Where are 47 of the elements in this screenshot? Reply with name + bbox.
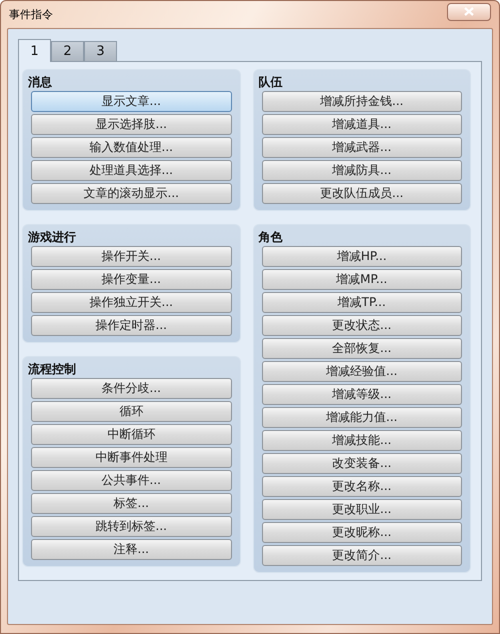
command-button[interactable]: 增减TP... xyxy=(262,292,462,313)
command-button[interactable]: 注释... xyxy=(31,539,232,560)
command-button[interactable]: 更改简介... xyxy=(262,545,462,566)
command-button[interactable]: 显示选择肢... xyxy=(31,114,232,135)
command-button[interactable]: 循环 xyxy=(31,401,232,422)
command-button[interactable]: 输入数值处理... xyxy=(31,137,232,158)
group-title: 流程控制 xyxy=(28,361,77,378)
group-title: 游戏进行 xyxy=(28,229,77,246)
command-button[interactable]: 改变装备... xyxy=(262,453,462,474)
command-button[interactable]: 更改状态... xyxy=(262,315,462,336)
tab[interactable]: 1 xyxy=(18,39,51,62)
group-title: 消息 xyxy=(28,74,53,91)
command-button[interactable]: 操作开关... xyxy=(31,246,232,267)
command-button[interactable]: 中断循环 xyxy=(31,424,232,445)
command-button[interactable]: 显示文章... xyxy=(31,91,232,112)
command-button[interactable]: 全部恢复... xyxy=(262,338,462,359)
command-button[interactable]: 增减所持金钱... xyxy=(262,91,462,112)
command-button[interactable]: 更改队伍成员... xyxy=(262,183,462,204)
command-button[interactable]: 操作独立开关... xyxy=(31,292,232,313)
command-button[interactable]: 中断事件处理 xyxy=(31,447,232,468)
group-title: 角色 xyxy=(258,229,284,246)
command-button[interactable]: 处理道具选择... xyxy=(31,160,232,181)
command-button[interactable]: 条件分歧... xyxy=(31,378,232,399)
command-button[interactable]: 增减能力值... xyxy=(262,407,462,428)
close-icon xyxy=(464,7,474,16)
close-button[interactable] xyxy=(447,2,491,20)
command-button[interactable]: 增减技能... xyxy=(262,430,462,451)
command-button[interactable]: 更改昵称... xyxy=(262,522,462,543)
command-button[interactable]: 操作变量... xyxy=(31,269,232,290)
command-button[interactable]: 文章的滚动显示... xyxy=(31,183,232,204)
command-button[interactable]: 增减MP... xyxy=(262,269,462,290)
tab[interactable]: 3 xyxy=(84,41,117,62)
tab[interactable]: 2 xyxy=(51,41,84,62)
command-button[interactable]: 公共事件... xyxy=(31,470,232,491)
command-button[interactable]: 更改职业... xyxy=(262,499,462,520)
command-button[interactable]: 标签... xyxy=(31,493,232,514)
command-button[interactable]: 增减防具... xyxy=(262,160,462,181)
command-button[interactable]: 跳转到标签... xyxy=(31,516,232,537)
command-button[interactable]: 增减HP... xyxy=(262,246,462,267)
command-button[interactable]: 增减等级... xyxy=(262,384,462,405)
window-title: 事件指令 xyxy=(9,7,53,22)
command-button[interactable]: 增减经验值... xyxy=(262,361,462,382)
command-button[interactable]: 增减武器... xyxy=(262,137,462,158)
group-title: 队伍 xyxy=(258,74,284,91)
command-button[interactable]: 增减道具... xyxy=(262,114,462,135)
command-button[interactable]: 操作定时器... xyxy=(31,315,232,336)
command-button[interactable]: 更改名称... xyxy=(262,476,462,497)
